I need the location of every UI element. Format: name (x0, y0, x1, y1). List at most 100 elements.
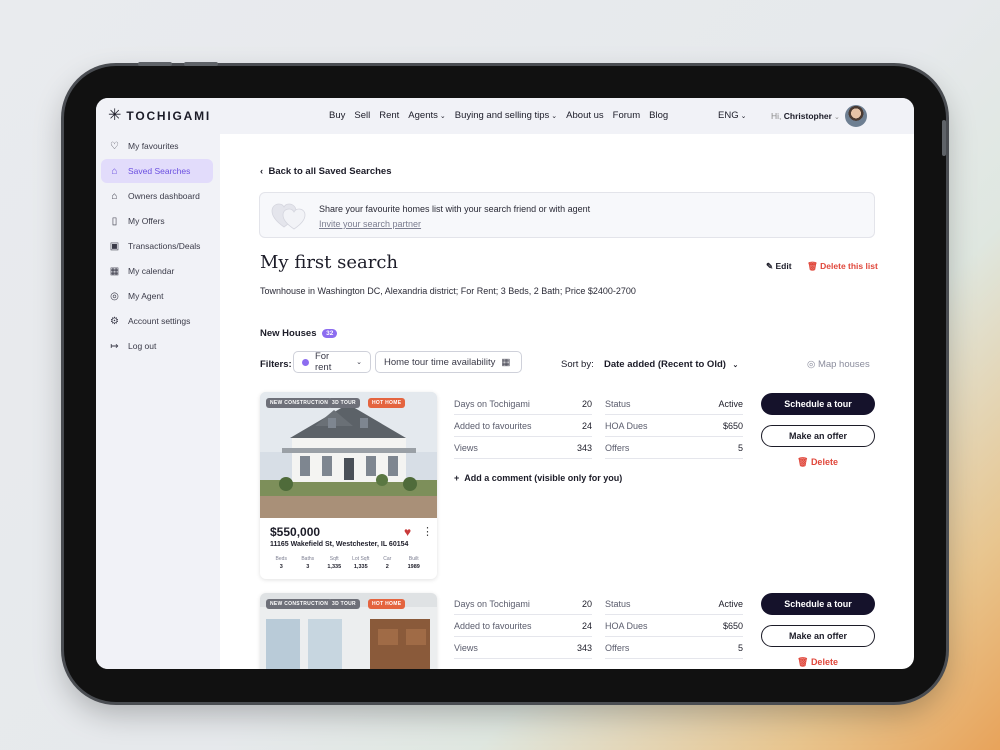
delete-listing-button[interactable]: 🗑︎ Delete (797, 457, 838, 468)
nav-agents-label: Agents (408, 110, 438, 121)
nav-buy[interactable]: Buy (329, 110, 345, 121)
spec-value: 1,335 (353, 564, 368, 570)
schedule-tour-button[interactable]: Schedule a tour (761, 593, 875, 615)
stat-value: $650 (722, 620, 743, 631)
back-label: Back to all Saved Searches (268, 166, 392, 177)
sidebar-item-label: My calendar (128, 266, 175, 276)
delete-list-button[interactable]: 🗑︎ Delete this list (807, 261, 878, 272)
back-link[interactable]: ‹ Back to all Saved Searches (260, 166, 392, 177)
make-offer-button[interactable]: Make an offer (761, 425, 875, 447)
sidebar-item-account-settings[interactable]: ⚙ Account settings (101, 309, 213, 333)
map-houses-button[interactable]: ◎ Map houses (807, 359, 870, 370)
logo[interactable]: ✳ TOCHIGAMI (108, 108, 211, 124)
filter-tour-availability[interactable]: Home tour time availability ▦ (375, 351, 522, 373)
sidebar-item-calendar[interactable]: ▦ My calendar (101, 259, 213, 283)
stat-key: Offers (605, 442, 630, 453)
chevron-down-icon: ⌄ (439, 113, 446, 120)
tablet-power-button (942, 120, 946, 156)
stat-row: Status Active (605, 593, 743, 615)
tablet-volume-button (184, 62, 218, 66)
invite-partner-link[interactable]: Invite your search partner (319, 219, 421, 229)
nav-tips[interactable]: Buying and selling tips ⌄ (455, 110, 557, 121)
more-options-icon[interactable]: ⋮ (422, 525, 433, 538)
sidebar: ♡ My favourites ⌂ Saved Searches ⌂ Owner… (96, 134, 220, 669)
house-photo[interactable] (260, 392, 437, 518)
briefcase-icon: ▣ (109, 240, 120, 252)
schedule-tour-button[interactable]: Schedule a tour (761, 393, 875, 415)
app-screen: ✳ TOCHIGAMI Buy Sell Rent Agents ⌄ Buying… (96, 98, 914, 669)
delete-list-label: Delete this list (820, 261, 878, 271)
sidebar-item-my-agent[interactable]: ◎ My Agent (101, 284, 213, 308)
3d-tour-badge: 3D TOUR (328, 599, 360, 609)
spec-value: 1989 (407, 564, 420, 570)
language-selector[interactable]: ENG ⌄ (718, 110, 746, 121)
stat-value: 20 (581, 398, 592, 409)
filter-rent-label: For rent (314, 351, 332, 373)
sidebar-item-log-out[interactable]: ↦ Log out (101, 334, 213, 358)
stat-value: 343 (576, 642, 592, 653)
stat-value: $650 (722, 420, 743, 431)
edit-button[interactable]: ✎ Edit (766, 261, 792, 272)
stat-row: Offers 5 (605, 637, 743, 659)
avatar[interactable] (845, 105, 867, 127)
new-construction-badge: NEW CONSTRUCTION (266, 398, 333, 408)
filter-for-rent[interactable]: For rent ⌄ (293, 351, 371, 373)
spec-car: Car 2 (374, 556, 401, 570)
spec-label: Sqft (329, 556, 339, 562)
delete-listing-button[interactable]: 🗑︎ Delete (797, 657, 838, 668)
listing-card[interactable]: NEW CONSTRUCTION 3D TOUR HOT HOME (260, 593, 437, 669)
stats-column-left: Days on Tochigami 20 Added to favourites 2… (454, 593, 592, 659)
nav-agents[interactable]: Agents ⌄ (408, 110, 445, 121)
stat-value: 20 (581, 598, 592, 609)
sidebar-item-label: Owners dashboard (128, 191, 200, 201)
make-offer-button[interactable]: Make an offer (761, 625, 875, 647)
hot-home-badge: HOT HOME (368, 599, 406, 609)
listing-card[interactable]: NEW CONSTRUCTION 3D TOUR HOT HOME $550,0… (260, 392, 437, 579)
stat-row: Days on Tochigami 20 (454, 393, 592, 415)
stat-value: 24 (581, 420, 592, 431)
plus-icon: + (454, 473, 465, 483)
nav-sell[interactable]: Sell (354, 110, 370, 121)
heart-icon: ♡ (110, 140, 119, 152)
page-title: My first search (260, 252, 399, 273)
nav-rent[interactable]: Rent (379, 110, 399, 121)
chevron-down-icon: ⌄ (551, 113, 558, 120)
language-label: ENG (718, 110, 739, 121)
stat-key: Status (605, 598, 631, 609)
sidebar-item-owners-dashboard[interactable]: ⌂ Owners dashboard (101, 184, 213, 208)
stat-key: Added to favourites (454, 420, 532, 431)
nav-blog[interactable]: Blog (649, 110, 668, 121)
trash-icon: 🗑︎ (807, 261, 821, 271)
calendar-icon: ▦ (501, 356, 511, 368)
count-badge: 32 (322, 328, 338, 338)
chevron-down-icon: ⌄ (356, 359, 362, 366)
user-menu[interactable]: Hi, Christopher ⌄ (771, 111, 840, 121)
spec-value: 3 (279, 564, 283, 570)
add-comment-button[interactable]: + Add a comment (visible only for you) (454, 473, 622, 483)
sidebar-item-transactions[interactable]: ▣ Transactions/Deals (101, 234, 213, 258)
user-icon: ◎ (110, 290, 119, 302)
nav-about[interactable]: About us (566, 110, 604, 121)
sidebar-item-my-offers[interactable]: ▯ My Offers (101, 209, 213, 233)
comment-label: Add a comment (visible only for you) (464, 473, 623, 483)
stat-key: Views (454, 642, 478, 653)
sort-value: Date added (Recent to Old) (604, 359, 726, 370)
stat-key: Days on Tochigami (454, 598, 530, 609)
accent-dot-icon (302, 358, 309, 366)
sidebar-item-favourites[interactable]: ♡ My favourites (101, 134, 213, 158)
stat-value: 5 (737, 442, 743, 453)
gear-icon: ⚙ (110, 315, 119, 327)
sort-dropdown[interactable]: Date added (Recent to Old) ⌄ (604, 359, 738, 370)
sidebar-item-saved-searches[interactable]: ⌂ Saved Searches (101, 159, 213, 183)
document-icon: ▯ (111, 215, 118, 227)
listing-specs: Beds 3 Baths 3 Sqft 1,335 Lot Sqft 1,335 Car… (268, 556, 427, 570)
sidebar-item-label: My Agent (128, 291, 164, 301)
stat-value: 24 (581, 620, 592, 631)
nav-tips-label: Buying and selling tips (454, 110, 550, 121)
tablet-volume-button (138, 62, 172, 66)
nav-forum[interactable]: Forum (613, 110, 640, 121)
stat-key: Status (605, 398, 631, 409)
spec-sqft: Sqft 1,335 (321, 556, 348, 570)
favourite-heart-icon[interactable]: ♥ (404, 525, 411, 539)
hearts-icon (271, 203, 306, 230)
